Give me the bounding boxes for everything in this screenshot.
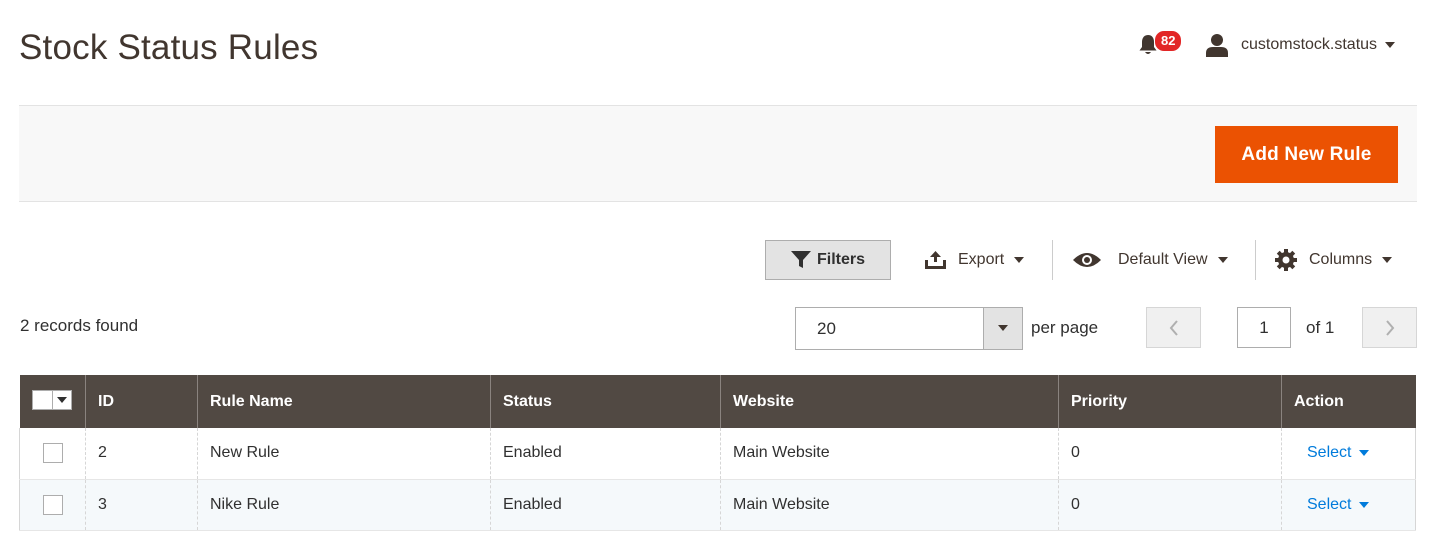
page-title: Stock Status Rules: [19, 28, 319, 67]
row-action-select[interactable]: Select: [1307, 444, 1370, 462]
export-label: Export: [958, 251, 1005, 268]
cell-priority: 0: [1058, 479, 1282, 531]
per-page-value: 20: [817, 319, 836, 338]
caret-down-icon: [1359, 450, 1370, 457]
export-icon: [925, 251, 946, 269]
cell-rule-name: New Rule: [197, 428, 491, 480]
records-found: 2 records found: [20, 316, 139, 335]
total-pages-label: of 1: [1306, 318, 1335, 337]
cell-website: Main Website: [720, 479, 1059, 531]
toolbar-divider: [1052, 240, 1053, 280]
column-header-id[interactable]: ID: [85, 375, 198, 428]
column-header-website[interactable]: Website: [720, 375, 1059, 428]
cell-id: 2: [85, 428, 198, 480]
columns-dropdown[interactable]: Columns: [1275, 240, 1393, 280]
per-page-select[interactable]: 20: [795, 307, 1023, 350]
table-row[interactable]: 2 New Rule Enabled Main Website 0 Select: [19, 428, 1416, 480]
default-view-label: Default View: [1118, 251, 1208, 268]
notifications-badge: 82: [1154, 30, 1183, 52]
cell-id: 3: [85, 479, 198, 531]
cell-status: Enabled: [490, 479, 721, 531]
column-header-rule-name[interactable]: Rule Name: [197, 375, 491, 428]
chevron-down-icon: [1385, 42, 1396, 48]
row-checkbox[interactable]: [43, 494, 63, 515]
row-action-label: Select: [1307, 495, 1352, 513]
user-menu[interactable]: customstock.status: [1205, 30, 1396, 60]
columns-label: Columns: [1309, 251, 1373, 268]
page-actions-bar: Add New Rule: [19, 105, 1417, 202]
add-new-rule-button[interactable]: Add New Rule: [1215, 126, 1398, 183]
filters-button[interactable]: Filters: [765, 240, 891, 280]
page: Stock Status Rules 82 customstock.status…: [0, 0, 1429, 554]
chevron-right-icon: [1385, 319, 1394, 336]
column-header-priority[interactable]: Priority: [1058, 375, 1282, 428]
caret-down-icon: [1359, 501, 1370, 508]
cell-action: Select: [1281, 479, 1416, 531]
gear-icon: [1275, 249, 1297, 271]
chevron-down-icon: [1382, 257, 1393, 263]
cell-priority: 0: [1058, 428, 1282, 480]
row-select-cell: [19, 479, 86, 531]
user-icon: [1206, 34, 1228, 57]
per-page-label: per page: [1031, 318, 1099, 337]
rules-grid: ID Rule Name Status Website Priority Act…: [19, 375, 1416, 531]
mass-select-dropdown[interactable]: [31, 389, 72, 410]
mass-select-checkbox[interactable]: [33, 390, 53, 409]
table-row[interactable]: 3 Nike Rule Enabled Main Website 0 Selec…: [19, 479, 1416, 531]
toolbar-divider: [1255, 240, 1256, 280]
row-action-label: Select: [1307, 444, 1352, 462]
chevron-down-icon[interactable]: [53, 391, 71, 409]
column-header-status[interactable]: Status: [490, 375, 721, 428]
export-dropdown[interactable]: Export: [925, 240, 1025, 280]
chevron-down-icon: [1014, 257, 1025, 263]
notifications-button[interactable]: 82: [1138, 30, 1183, 58]
mass-select-header: [19, 375, 86, 428]
column-header-action: Action: [1281, 375, 1416, 428]
cell-status: Enabled: [490, 428, 721, 480]
chevron-down-icon: [1217, 257, 1228, 263]
cell-rule-name: Nike Rule: [197, 479, 491, 531]
chevron-left-icon: [1169, 319, 1178, 336]
grid-header-row: ID Rule Name Status Website Priority Act…: [19, 375, 1416, 428]
cell-action: Select: [1281, 428, 1416, 480]
user-name: customstock.status: [1241, 36, 1378, 53]
eye-icon: [1073, 253, 1101, 267]
row-checkbox[interactable]: [43, 443, 63, 464]
filter-icon: [790, 251, 811, 268]
next-page-button[interactable]: [1362, 307, 1417, 348]
row-select-cell: [19, 428, 86, 480]
current-page-input[interactable]: 1: [1237, 307, 1291, 348]
default-view-dropdown[interactable]: Default View: [1072, 240, 1228, 280]
row-action-select[interactable]: Select: [1307, 495, 1370, 514]
cell-website: Main Website: [720, 428, 1059, 480]
filters-label: Filters: [816, 251, 865, 268]
chevron-down-icon[interactable]: [983, 308, 1022, 349]
previous-page-button[interactable]: [1146, 307, 1201, 348]
